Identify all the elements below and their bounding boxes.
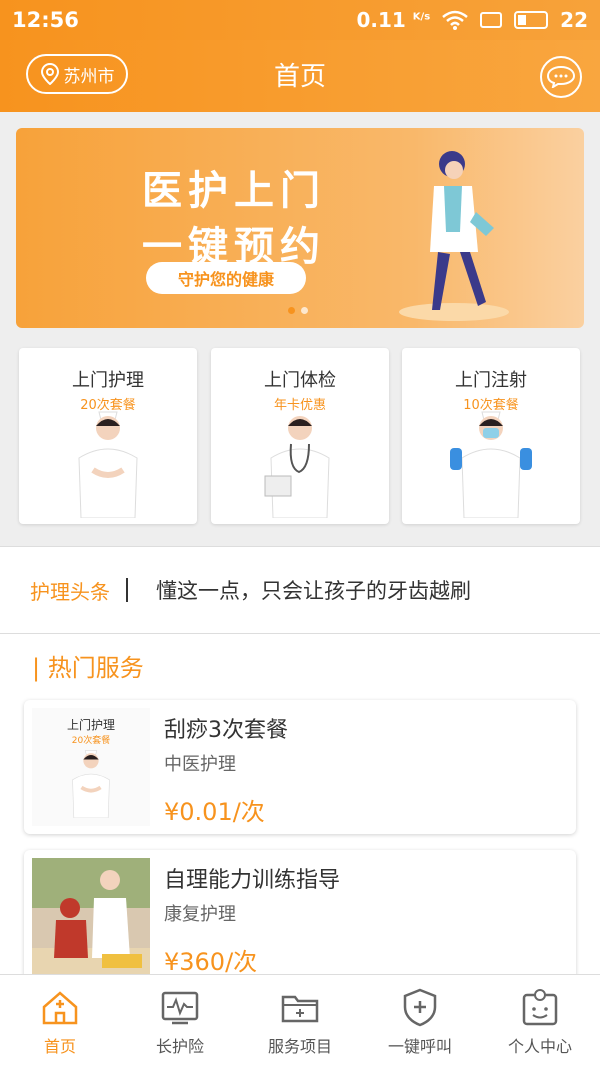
ticker-label: 护理头条 [30,579,110,604]
carousel-dot[interactable] [288,307,295,314]
card-title: 上门护理 [72,370,144,391]
service-card-injection[interactable]: 上门注射 10次套餐 [402,348,580,524]
service-category: 中医护理 [164,754,236,775]
banner-tagline: 守护您的健康 [146,262,306,294]
carousel-dot[interactable] [301,307,308,314]
status-indicators: 0.11 K/s 22 [356,8,588,32]
hot-services-section: | 热门服务 上门护理 20次套餐 刮痧3次套餐 中医护理 ¥0.01/次 自理… [0,634,600,984]
nav-label: 首页 [43,1037,76,1056]
service-category: 康复护理 [164,904,236,925]
nurse-photo [78,411,138,518]
nurse-mask-photo [450,411,532,518]
nurse-photo [72,750,110,818]
bottom-nav: 首页 长护险 服务项目 一键呼叫 个人中心 [0,974,600,1067]
wifi-icon [442,10,468,30]
monitor-icon [161,991,199,1025]
service-card-checkup[interactable]: 上门体检 年卡优惠 [211,348,389,524]
nav-item-call[interactable]: 一键呼叫 [360,975,480,1067]
status-time: 12:56 [12,8,79,32]
network-speed: 0.11 K/s [356,8,431,32]
service-thumbnail: 上门护理 20次套餐 [32,708,150,826]
screen-icon [480,12,503,28]
service-price: ¥0.01/次 [164,798,265,826]
rehab-photo [32,858,150,976]
doctor-photo [264,416,330,518]
service-card-nursing[interactable]: 上门护理 20次套餐 [19,348,197,524]
page-title: 首页 [273,62,326,92]
nurse-illustration [399,151,509,321]
service-thumbnail [32,858,150,976]
card-title: 上门注射 [455,370,527,391]
chat-bubble-icon [547,66,575,88]
nav-label: 一键呼叫 [387,1037,452,1056]
folder-icon [281,995,319,1023]
shield-plus-icon [403,988,437,1027]
app-header: 苏州市 首页 [0,40,600,112]
nav-item-profile[interactable]: 个人中心 [480,975,600,1067]
nav-label: 服务项目 [267,1037,332,1056]
service-name: 自理能力训练指导 [164,868,341,893]
battery-level: 22 [560,8,588,32]
nav-label: 长护险 [155,1037,204,1056]
headline-ticker[interactable]: 护理头条 懂这一点，只会让孩子的牙齿越刷 [0,546,600,634]
service-list-item[interactable]: 上门护理 20次套餐 刮痧3次套餐 中医护理 ¥0.01/次 [24,700,576,834]
card-title: 上门体检 [264,370,336,391]
home-icon [42,991,78,1025]
nav-label: 个人中心 [507,1037,572,1056]
ticker-text[interactable]: 懂这一点，只会让孩子的牙齿越刷 [156,575,552,605]
banner-headline-1: 医护上门 [142,168,326,214]
nav-item-insurance[interactable]: 长护险 [120,975,240,1067]
service-name: 刮痧3次套餐 [164,718,288,743]
section-title: | 热门服务 [32,654,144,682]
chat-button[interactable] [540,56,582,98]
nav-item-home[interactable]: 首页 [0,975,120,1067]
profile-icon [522,989,558,1026]
service-list-item[interactable]: 自理能力训练指导 康复护理 ¥360/次 [24,850,576,984]
status-bar: 12:56 0.11 K/s 22 [0,0,600,40]
battery-icon [514,11,549,29]
thumb-title: 上门护理 [66,718,115,732]
service-price: ¥360/次 [164,948,258,976]
nav-item-services[interactable]: 服务项目 [240,975,360,1067]
carousel-indicator [288,307,308,314]
promo-banner[interactable]: 医护上门 一键预约 守护您的健康 [16,128,584,328]
ticker-divider [126,578,128,602]
thumb-subtitle: 20次套餐 [71,736,111,746]
